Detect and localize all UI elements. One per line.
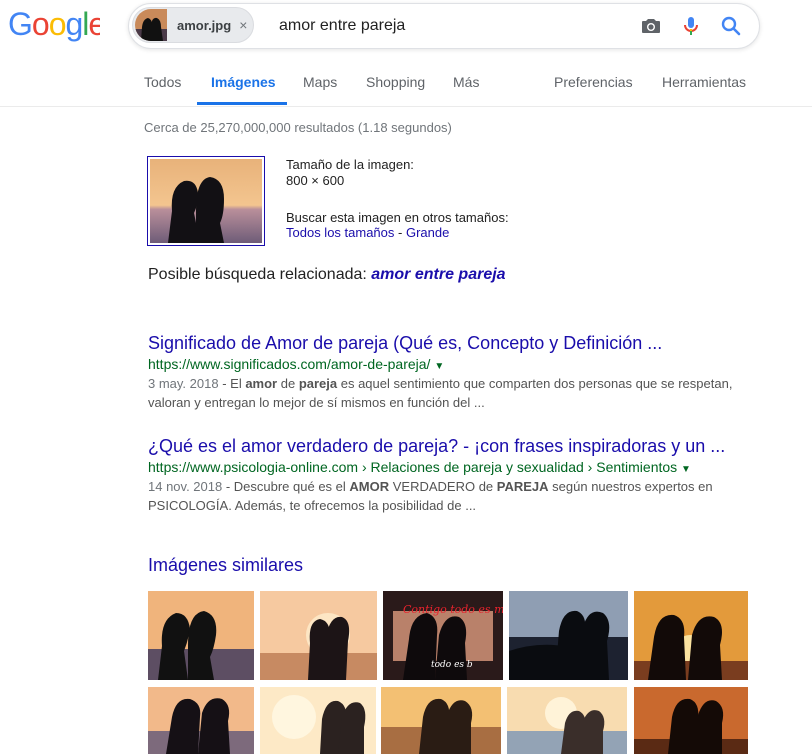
dropdown-arrow-icon[interactable]: ▼ bbox=[681, 464, 691, 475]
similar-image[interactable] bbox=[507, 687, 627, 754]
related-query-link[interactable]: amor entre pareja bbox=[371, 266, 505, 283]
chip-thumbnail bbox=[135, 9, 167, 41]
active-tab-indicator bbox=[197, 102, 287, 105]
similar-image[interactable]: Contigo todo es m todo es b bbox=[383, 591, 503, 680]
tab-bar: Todos Imágenes Maps Shopping Más Prefere… bbox=[0, 60, 812, 107]
similar-images-heading[interactable]: Imágenes similares bbox=[148, 555, 303, 576]
tab-todos[interactable]: Todos bbox=[144, 74, 181, 90]
similar-image[interactable] bbox=[148, 591, 254, 680]
snippet-bold: pareja bbox=[298, 376, 338, 391]
dropdown-arrow-icon[interactable]: ▼ bbox=[434, 361, 444, 372]
tab-shopping[interactable]: Shopping bbox=[366, 74, 425, 90]
snippet-bold: amor bbox=[245, 376, 278, 391]
large-size-link[interactable]: Grande bbox=[406, 225, 449, 240]
result-title-link[interactable]: Significado de Amor de pareja (Qué es, C… bbox=[148, 333, 738, 354]
microphone-icon[interactable] bbox=[679, 14, 703, 38]
result-date: 3 may. 2018 bbox=[148, 376, 219, 391]
result-title-link[interactable]: ¿Qué es el amor verdadero de pareja? - ¡… bbox=[148, 436, 738, 457]
google-logo[interactable]: Google bbox=[8, 6, 100, 42]
tab-mas[interactable]: Más bbox=[453, 74, 479, 90]
similar-image[interactable] bbox=[634, 591, 748, 680]
similar-image[interactable] bbox=[260, 591, 377, 680]
similar-image[interactable] bbox=[634, 687, 748, 754]
tab-preferencias[interactable]: Preferencias bbox=[554, 74, 633, 90]
query-image-thumbnail[interactable] bbox=[147, 156, 265, 246]
result-snippet: 14 nov. 2018 - Descubre qué es el AMOR V… bbox=[148, 477, 738, 515]
other-sizes-label: Buscar esta imagen en otros tamaños: bbox=[286, 210, 509, 225]
result-url: https://www.psicologia-online.com › Rela… bbox=[148, 459, 738, 475]
snippet-text: - El bbox=[218, 376, 246, 391]
result-snippet: 3 may. 2018 - El amor de pareja es aquel… bbox=[148, 374, 738, 412]
overlay-text-top: Contigo todo es m bbox=[403, 603, 503, 616]
snippet-bold: AMOR bbox=[349, 479, 390, 494]
search-icon[interactable] bbox=[719, 14, 743, 38]
svg-text:Google: Google bbox=[8, 6, 100, 42]
close-icon[interactable]: × bbox=[239, 17, 247, 33]
size-links: Todos los tamaños - Grande bbox=[286, 225, 449, 240]
search-input[interactable]: amor entre pareja bbox=[279, 17, 405, 35]
similar-image[interactable] bbox=[148, 687, 254, 754]
image-size-label: Tamaño de la imagen: bbox=[286, 157, 414, 172]
result-url: https://www.significados.com/amor-de-par… bbox=[148, 356, 738, 372]
search-result: ¿Qué es el amor verdadero de pareja? - ¡… bbox=[148, 436, 738, 515]
search-result: Significado de Amor de pareja (Qué es, C… bbox=[148, 333, 738, 412]
snippet-bold: PAREJA bbox=[496, 479, 549, 494]
tab-maps[interactable]: Maps bbox=[303, 74, 337, 90]
result-stats: Cerca de 25,270,000,000 resultados (1.18… bbox=[144, 120, 452, 135]
snippet-text: valoran y entregan lo mejor de sí mismos… bbox=[148, 395, 485, 410]
similar-image[interactable] bbox=[509, 591, 628, 680]
search-box[interactable]: amor.jpg × amor entre pareja bbox=[128, 3, 760, 49]
snippet-text: - Descubre qué es el bbox=[222, 479, 350, 494]
camera-icon[interactable] bbox=[639, 14, 663, 38]
related-search: Posible búsqueda relacionada: amor entre… bbox=[148, 266, 506, 284]
similar-image[interactable] bbox=[381, 687, 501, 754]
snippet-text: VERDADERO de bbox=[389, 479, 497, 494]
snippet-text: según nuestros expertos en bbox=[548, 479, 713, 494]
snippet-text: de bbox=[277, 376, 299, 391]
snippet-text: es aquel sentimiento que comparten dos p… bbox=[337, 376, 733, 391]
snippet-text: PSICOLOGÍA. Además, te ofrecemos la posi… bbox=[148, 498, 477, 513]
tab-herramientas[interactable]: Herramientas bbox=[662, 74, 746, 90]
image-query-chip[interactable]: amor.jpg × bbox=[132, 7, 254, 43]
tab-imagenes[interactable]: Imágenes bbox=[211, 74, 276, 90]
result-url-text[interactable]: https://www.significados.com/amor-de-par… bbox=[148, 356, 430, 372]
all-sizes-link[interactable]: Todos los tamaños bbox=[286, 225, 394, 240]
chip-label: amor.jpg bbox=[177, 17, 232, 33]
overlay-text-bottom: todo es b bbox=[431, 660, 473, 670]
image-size-value: 800 × 600 bbox=[286, 173, 345, 188]
similar-image[interactable] bbox=[260, 687, 376, 754]
result-url-text[interactable]: https://www.psicologia-online.com › Rela… bbox=[148, 459, 677, 475]
result-date: 14 nov. 2018 bbox=[148, 479, 223, 494]
size-separator: - bbox=[394, 225, 406, 240]
related-label: Posible búsqueda relacionada: bbox=[148, 266, 367, 283]
